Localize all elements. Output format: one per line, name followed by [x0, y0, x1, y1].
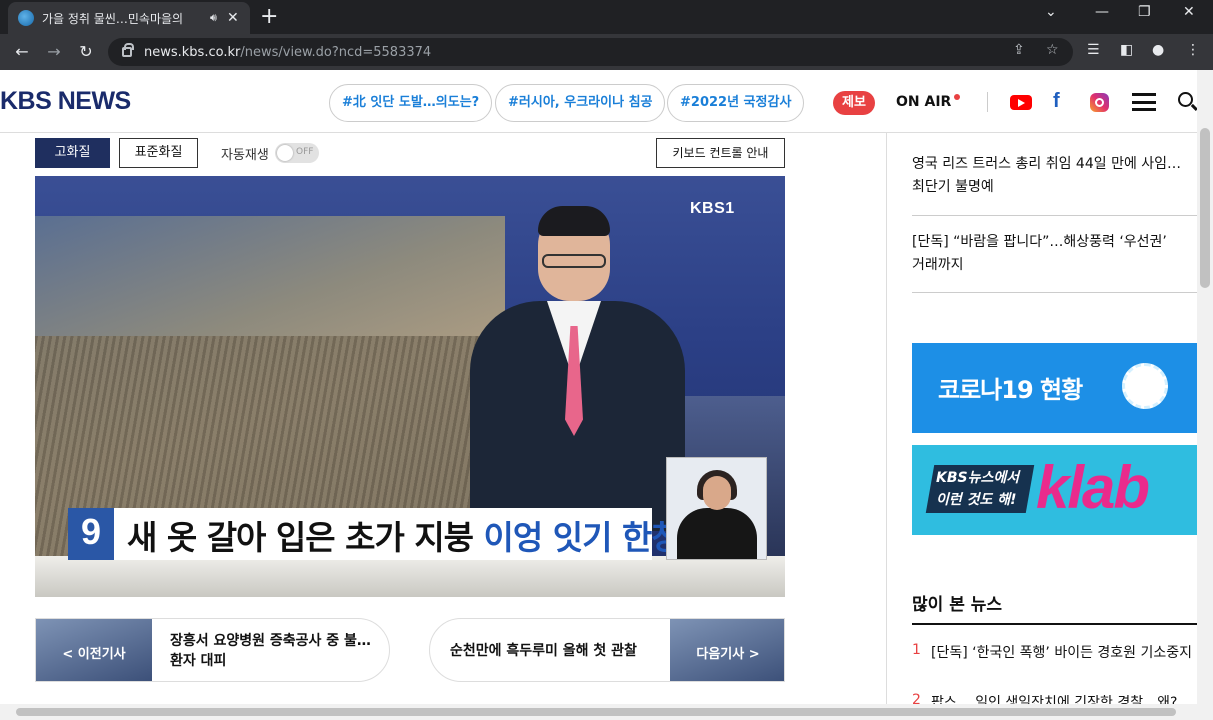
- covid-status-banner[interactable]: 코로나19 현황: [912, 343, 1197, 433]
- headline-highlight: 이엉 잇기 한창: [483, 518, 682, 557]
- sidebar-news-item[interactable]: 영국 리즈 트러스 총리 취임 44일 만에 사임… 최단기 불명예: [912, 153, 1197, 199]
- interpreter-head: [703, 476, 731, 510]
- horizontal-scroll-thumb[interactable]: [16, 708, 1176, 716]
- share-icon[interactable]: ⇪: [1013, 42, 1025, 58]
- keyboard-help-button[interactable]: 키보드 컨트롤 안내: [656, 138, 785, 168]
- sidebar-news-line1: [단독] “바람을 팝니다”…해상풍력 ‘우선권’: [912, 234, 1167, 250]
- sign-language-interpreter: [666, 457, 767, 560]
- browser-tabstrip: 가을 정취 물씬…민속마을의 🔊︎ ✕ + ⌄ — ❐ ✕: [0, 0, 1213, 34]
- prev-article-label: < 이전기사: [62, 647, 126, 662]
- window-close-icon[interactable]: ✕: [1183, 4, 1195, 20]
- browser-tab[interactable]: 가을 정취 물씬…민속마을의 🔊︎ ✕: [8, 2, 250, 34]
- anchor-hair: [538, 206, 610, 236]
- address-bar[interactable]: news.kbs.co.kr/news/view.do?ncd=5583374 …: [108, 38, 1073, 66]
- virus-icon: [1122, 363, 1168, 409]
- headline-main: 새 옷 갈아 입은 초가 지붕: [127, 518, 474, 557]
- instagram-icon[interactable]: [1090, 93, 1109, 112]
- tag-russia-ukraine[interactable]: #러시아, 우크라이나 침공: [495, 84, 666, 122]
- anchor-glasses: [542, 254, 606, 268]
- reading-list-icon[interactable]: ☰: [1087, 42, 1100, 58]
- on-air-link[interactable]: ON AIR: [896, 94, 951, 110]
- headline-text: 새 옷 갈아 입은 초가 지붕 이엉 잇기 한창: [127, 511, 682, 559]
- speaker-icon[interactable]: 🔊︎: [210, 11, 217, 25]
- autoplay-label: 자동재생: [221, 148, 269, 163]
- live-dot-icon: [954, 94, 960, 100]
- kbs1-channel-logo: KBS1: [690, 200, 735, 217]
- most-viewed-item[interactable]: [단독] ‘한국인 폭행’ 바이든 경호원 기소중지: [931, 642, 1192, 662]
- header-divider: [987, 92, 988, 112]
- video-player[interactable]: KBS1 9 새 옷 갈아 입은 초가 지붕 이엉 잇기 한창: [35, 176, 785, 597]
- autoplay-toggle[interactable]: OFF: [275, 143, 319, 163]
- kbs-news-logo[interactable]: KBS NEWS: [0, 87, 131, 116]
- most-viewed-underline: [912, 623, 1197, 625]
- next-article-label: 다음기사 >: [696, 647, 760, 662]
- kebab-menu-icon[interactable]: ⋮: [1186, 42, 1200, 58]
- klab-logo: klab: [1036, 454, 1150, 521]
- column-divider: [886, 133, 887, 704]
- horizontal-scrollbar[interactable]: [0, 704, 1213, 720]
- prev-article-thumbnail: < 이전기사: [36, 619, 152, 681]
- hamburger-menu-icon[interactable]: [1132, 93, 1156, 111]
- next-article-title: 순천만에 흑두루미 올해 첫 관찰: [450, 643, 637, 659]
- report-button[interactable]: 제보: [833, 91, 875, 115]
- toggle-state: OFF: [296, 147, 314, 157]
- sidebar-news-line2: 거래까지: [912, 257, 964, 273]
- klab-banner[interactable]: KBS뉴스에서 이런 것도 해! klab: [912, 445, 1197, 535]
- next-article-thumbnail: 다음기사 >: [670, 619, 784, 681]
- vertical-scrollbar[interactable]: [1197, 70, 1213, 704]
- sidebar-separator: [912, 215, 1197, 216]
- youtube-icon[interactable]: [1010, 95, 1032, 110]
- forward-arrow-icon[interactable]: →: [42, 40, 66, 64]
- restore-icon[interactable]: ❐: [1138, 4, 1151, 20]
- prev-article-card[interactable]: < 이전기사 장흥서 요양병원 증축공사 중 불… 환자 대피: [35, 618, 390, 682]
- tab-search-chevron-icon[interactable]: ⌄: [1045, 4, 1057, 20]
- kbs-favicon-icon: [18, 10, 34, 26]
- hd-quality-button[interactable]: 고화질: [35, 138, 110, 168]
- url-path: /news/view.do?ncd=5583374: [240, 44, 432, 60]
- profile-avatar-icon[interactable]: ●: [1152, 42, 1164, 58]
- tab-title: 가을 정취 물씬…민속마을의: [42, 11, 184, 26]
- tab-close-icon[interactable]: ✕: [227, 10, 239, 26]
- reload-icon[interactable]: ↻: [74, 40, 98, 64]
- most-viewed-item[interactable]: 팝스… 일인 생일잔치에 긴장한 경찰…왜?: [931, 692, 1177, 704]
- site-header: KBS NEWS #北 잇단 도발…의도는? #러시아, 우크라이나 침공 #2…: [0, 70, 1197, 133]
- prev-title-line2: 환자 대피: [170, 653, 227, 669]
- most-viewed-title: 많이 본 뉴스: [912, 595, 1003, 615]
- covid-banner-text: 코로나19 현황: [938, 376, 1083, 404]
- next-article-card[interactable]: 순천만에 흑두루미 올해 첫 관찰 다음기사 >: [429, 618, 785, 682]
- prev-article-title: 장흥서 요양병원 증축공사 중 불… 환자 대피: [170, 631, 371, 671]
- prev-title-line1: 장흥서 요양병원 증축공사 중 불…: [170, 633, 371, 649]
- tag-audit-2022[interactable]: #2022년 국정감사: [667, 84, 805, 122]
- news-desk: [35, 556, 785, 597]
- tag-north-korea[interactable]: #北 잇단 도발…의도는?: [329, 84, 493, 122]
- lock-icon[interactable]: [122, 43, 134, 57]
- vertical-scroll-thumb[interactable]: [1200, 128, 1210, 288]
- back-arrow-icon[interactable]: ←: [10, 40, 34, 64]
- sidebar-news-line2: 최단기 불명예: [912, 179, 994, 195]
- side-panel-icon[interactable]: ◧: [1120, 42, 1133, 58]
- news9-badge: 9: [68, 508, 114, 560]
- browser-toolbar: ← → ↻ news.kbs.co.kr/news/view.do?ncd=55…: [0, 34, 1213, 70]
- sidebar-news-line1: 영국 리즈 트러스 총리 취임 44일 만에 사임…: [912, 156, 1182, 172]
- sidebar-separator: [912, 292, 1197, 293]
- klab-line1: KBS뉴스에서: [936, 470, 1020, 486]
- search-icon[interactable]: [1178, 92, 1193, 107]
- web-page: KBS NEWS #北 잇단 도발…의도는? #러시아, 우크라이나 침공 #2…: [0, 70, 1197, 704]
- bookmark-star-icon[interactable]: ☆: [1046, 42, 1059, 58]
- rank-number: 1: [912, 642, 921, 658]
- toggle-knob: [277, 145, 293, 161]
- klab-line2: 이런 것도 해!: [936, 492, 1017, 508]
- sidebar-news-item[interactable]: [단독] “바람을 팝니다”…해상풍력 ‘우선권’ 거래까지: [912, 231, 1197, 277]
- sd-quality-button[interactable]: 표준화질: [119, 138, 198, 168]
- rank-number: 2: [912, 692, 921, 704]
- facebook-icon[interactable]: f: [1053, 90, 1060, 113]
- new-tab-button[interactable]: +: [260, 4, 278, 30]
- minimize-icon[interactable]: —: [1095, 4, 1109, 20]
- url-host: news.kbs.co.kr: [144, 44, 241, 60]
- interpreter-body: [677, 508, 757, 559]
